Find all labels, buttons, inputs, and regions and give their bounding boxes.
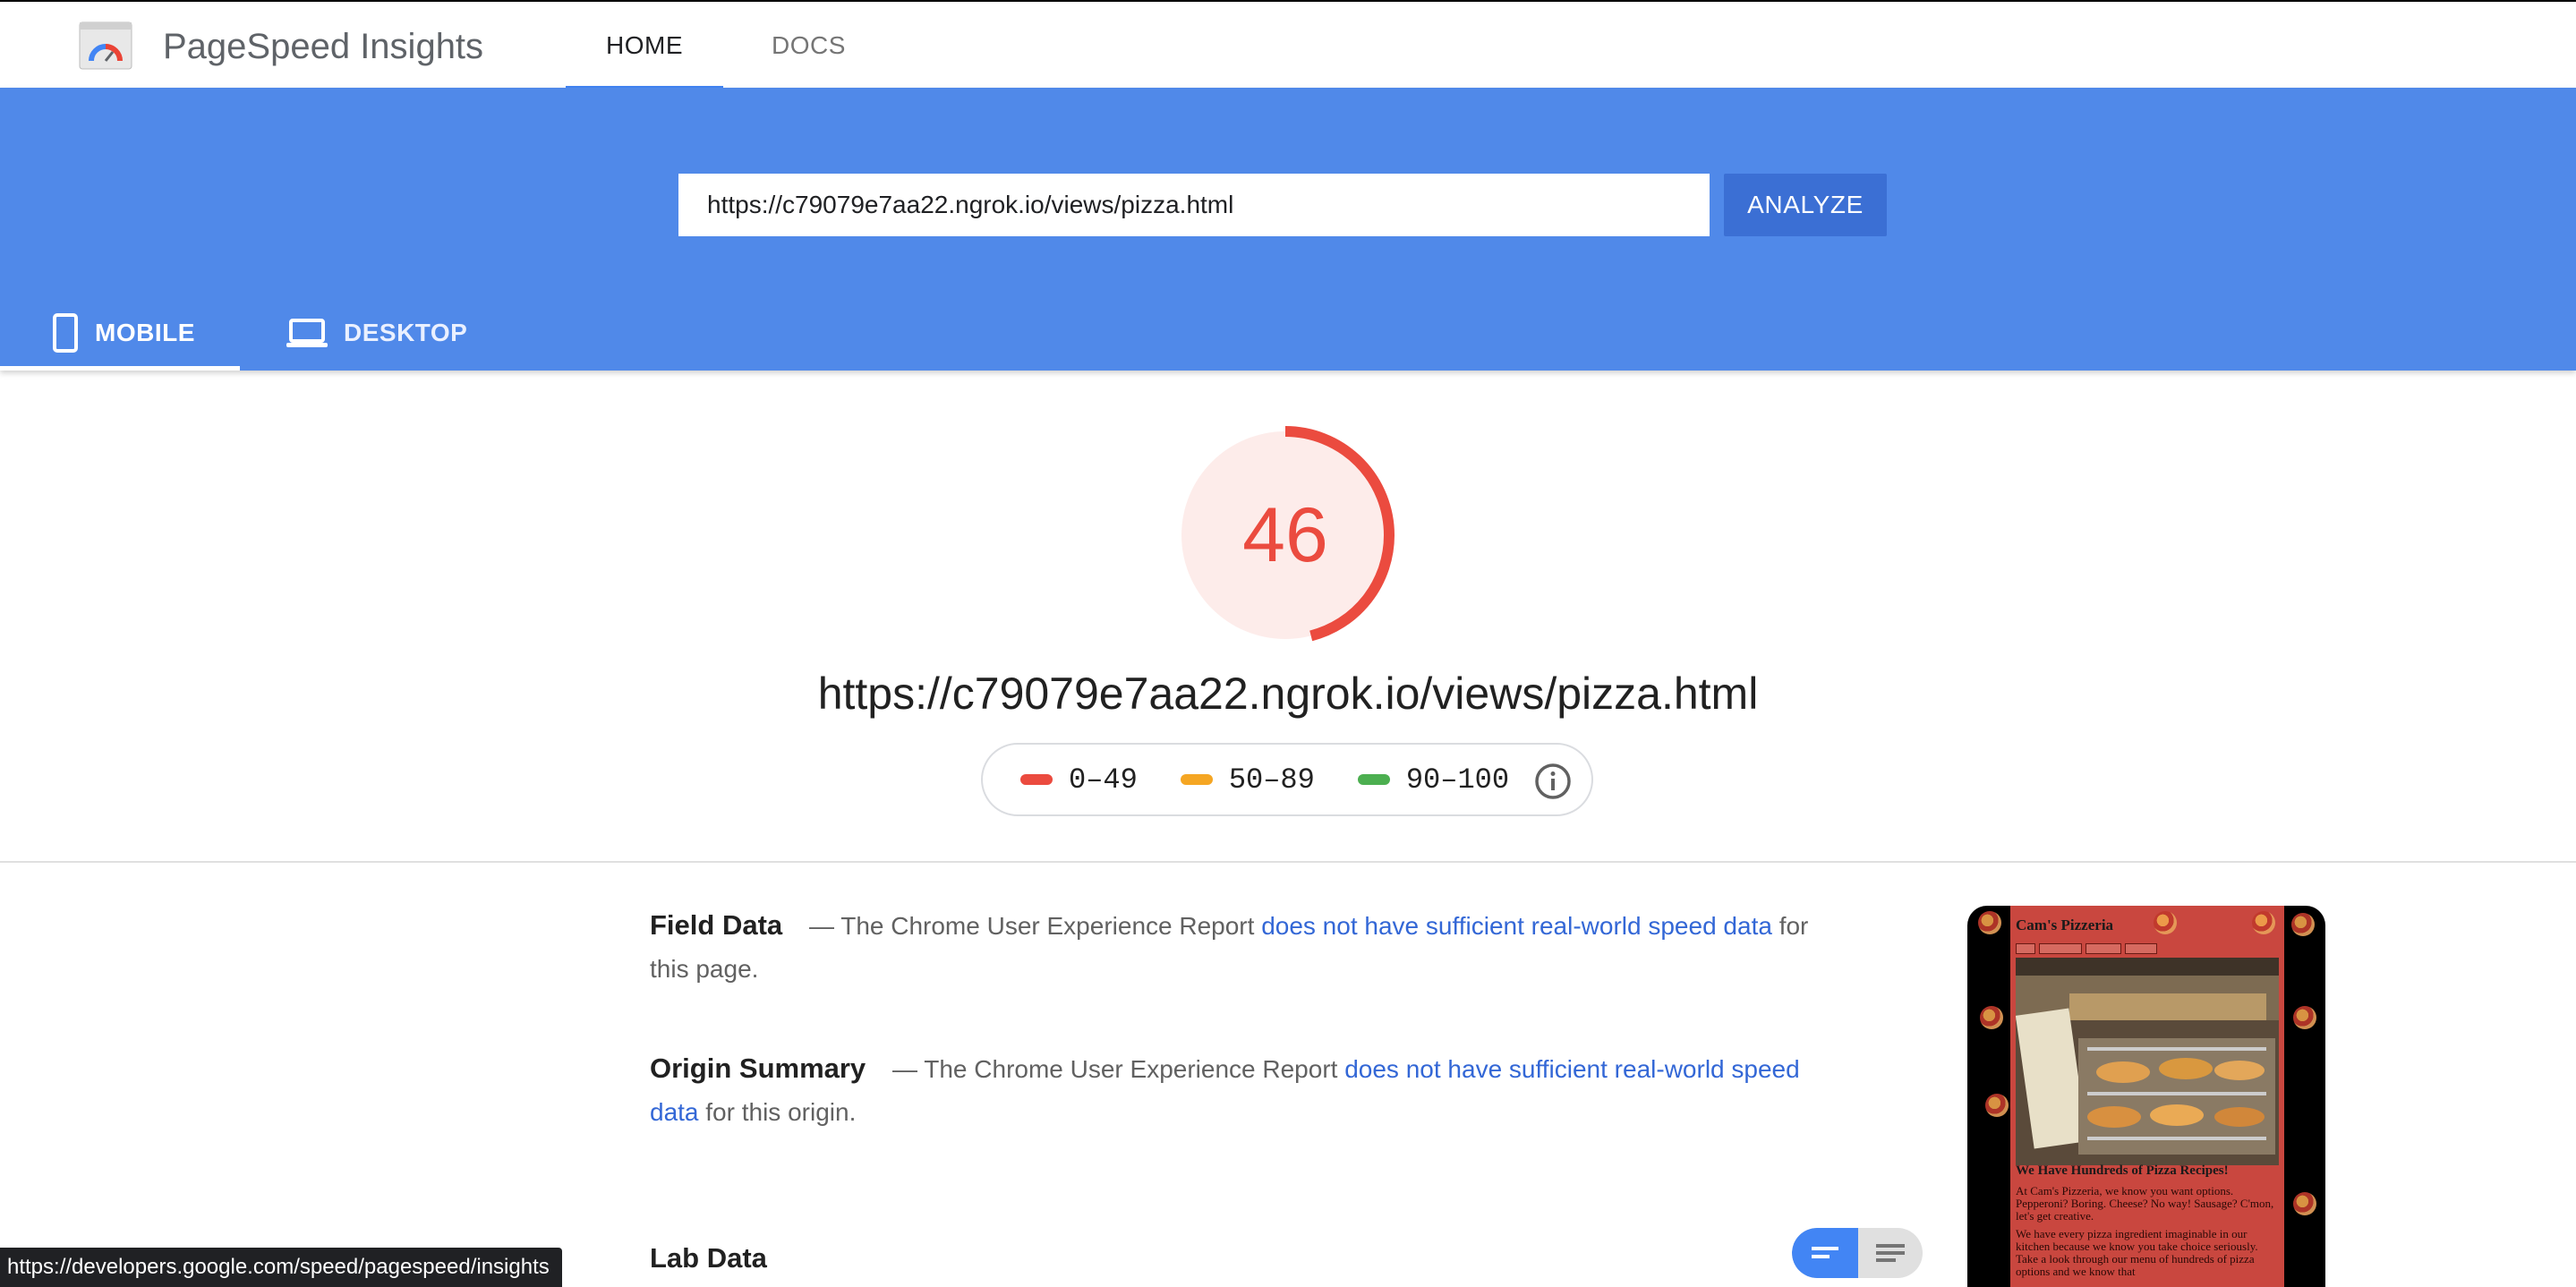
long-text-icon	[1876, 1244, 1905, 1262]
page-screenshot-thumbnail: Cam's Pizzeria We Have Hundreds of Pizza…	[1967, 906, 2325, 1287]
toggle-summary-view[interactable]	[1792, 1228, 1858, 1278]
tab-mobile-label: MOBILE	[95, 319, 195, 346]
pizzeria-paragraph: We have every pizza ingredient imaginabl…	[2016, 1227, 2258, 1278]
score-legend: 0–49 50–89 90–100	[981, 743, 1593, 816]
field-data-prefix: — The Chrome User Experience Report	[808, 912, 1255, 940]
pizza-icon	[2293, 1192, 2316, 1215]
legend-swatch-green	[1357, 774, 1390, 785]
pizza-icon	[2154, 911, 2177, 934]
performance-score: 46	[1242, 492, 1328, 578]
pizzeria-nav-item	[2086, 943, 2121, 954]
pizzeria-heading: We Have Hundreds of Pizza Recipes!	[2016, 1163, 2229, 1178]
info-icon[interactable]	[1534, 763, 1572, 800]
legend-item-pass: 90–100	[1357, 763, 1510, 797]
laptop-icon	[286, 319, 328, 347]
pizzeria-page: Cam's Pizzeria We Have Hundreds of Pizza…	[2010, 906, 2284, 1287]
tab-desktop-label: DESKTOP	[344, 319, 468, 346]
origin-summary-suffix: for this origin.	[705, 1098, 857, 1126]
section-divider	[0, 861, 2576, 863]
field-data-link[interactable]: does not have sufficient real-world spee…	[1261, 912, 1772, 940]
origin-summary-heading: Origin Summary	[650, 1053, 866, 1084]
origin-summary-prefix: — The Chrome User Experience Report	[891, 1055, 1338, 1083]
pizza-icon	[2291, 913, 2315, 936]
legend-item-fail: 0–49	[1020, 763, 1138, 797]
pizzeria-body: At Cam's Pizzeria, we know you want opti…	[2016, 1185, 2281, 1278]
tested-url: https://c79079e7aa22.ngrok.io/views/pizz…	[817, 669, 1759, 719]
pagespeed-logo-icon[interactable]	[79, 21, 132, 70]
pizzeria-paragraph: At Cam's Pizzeria, we know you want opti…	[2016, 1184, 2274, 1223]
legend-range: 50–89	[1228, 763, 1315, 797]
field-data-heading: Field Data	[650, 909, 783, 941]
field-data-section: Field Data — The Chrome User Experience …	[650, 904, 1813, 991]
top-app-bar: PageSpeed Insights HOME DOCS	[0, 0, 2576, 89]
pizza-icon	[1978, 911, 2001, 934]
pizza-icon	[1980, 1006, 2003, 1029]
pizzeria-nav-item	[2016, 943, 2035, 954]
legend-range: 90–100	[1405, 763, 1510, 797]
app-title[interactable]: PageSpeed Insights	[163, 25, 483, 68]
pizzeria-nav-item	[2039, 943, 2082, 954]
pizzeria-photo	[2016, 958, 2279, 1165]
lab-data-heading: Lab Data	[650, 1242, 767, 1274]
pizza-icon	[2293, 1006, 2316, 1029]
tab-desktop[interactable]: DESKTOP	[286, 295, 467, 371]
url-input[interactable]	[678, 174, 1710, 236]
pizzeria-title: Cam's Pizzeria	[2016, 916, 2114, 933]
analyze-button[interactable]: ANALYZE	[1724, 174, 1887, 236]
legend-range: 0–49	[1069, 763, 1138, 797]
origin-summary-section: Origin Summary — The Chrome User Experie…	[650, 1047, 1813, 1134]
toggle-detail-view[interactable]	[1858, 1228, 1923, 1278]
legend-swatch-orange	[1180, 774, 1213, 785]
pizza-icon	[2252, 911, 2275, 934]
nav-tab-docs[interactable]: DOCS	[772, 2, 846, 89]
view-toggle[interactable]	[1792, 1228, 1923, 1278]
pizza-icon	[1985, 1094, 2009, 1117]
tab-mobile[interactable]: MOBILE	[0, 295, 240, 371]
pizzeria-nav-item	[2125, 943, 2157, 954]
smartphone-icon	[53, 313, 78, 353]
nav-tab-home[interactable]: HOME	[566, 2, 723, 89]
browser-status-url: https://developers.google.com/speed/page…	[0, 1248, 562, 1287]
legend-swatch-red	[1020, 774, 1053, 785]
short-text-icon	[1812, 1247, 1838, 1258]
pizzeria-nav	[2016, 943, 2157, 954]
analysis-header: ANALYZE MOBILE DESKTOP	[0, 88, 2576, 371]
legend-item-average: 50–89	[1180, 763, 1315, 797]
